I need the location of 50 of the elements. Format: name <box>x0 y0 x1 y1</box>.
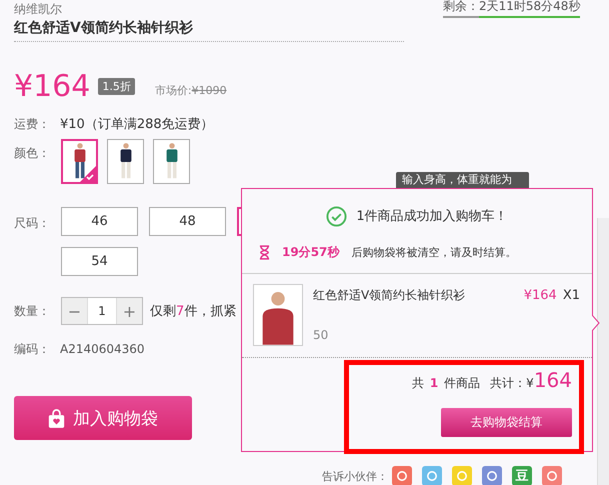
success-message: 1件商品成功加入购物车！ <box>356 208 508 225</box>
item-count-label: 共 <box>412 375 424 392</box>
share-label: 告诉小伙伴： <box>322 468 388 484</box>
product-title: 红色舒适V领简约长袖针织衫 <box>14 19 193 38</box>
hourglass-icon <box>259 244 270 260</box>
share-icon[interactable] <box>422 466 442 485</box>
check-circle-icon <box>326 206 348 226</box>
share-icon[interactable] <box>482 466 502 485</box>
decrease-button[interactable]: − <box>62 298 87 324</box>
add-to-bag-button[interactable]: 加入购物袋 <box>14 396 192 440</box>
market-price-label: 市场价: <box>154 84 192 96</box>
shipping-fee: ¥10（订单满288免运费） <box>60 116 214 133</box>
stock-note: 仅剩7件，抓紧 <box>150 303 236 320</box>
item-count-suffix: 件商品 <box>444 375 480 392</box>
color-option[interactable] <box>107 139 144 184</box>
brand-name: 纳维凯尔 <box>14 1 62 18</box>
checkout-button[interactable]: 去购物袋结算 <box>441 408 572 437</box>
check-icon <box>80 166 96 182</box>
countdown-timer: 2天11时58分48秒 <box>479 0 580 18</box>
countdown-label: 剩余： <box>443 0 479 18</box>
field-label: 颜色： <box>14 145 51 162</box>
item-count: 1 <box>430 376 438 390</box>
total-label: 共计：¥ <box>490 375 534 392</box>
increase-button[interactable]: + <box>117 298 142 324</box>
product-code: A2140604360 <box>60 342 145 356</box>
share-icon[interactable] <box>392 466 412 485</box>
item-quantity: X1 <box>562 288 580 303</box>
size-option[interactable]: 54 <box>61 247 138 276</box>
field-label: 数量： <box>14 302 51 320</box>
market-price: ¥1090 <box>192 84 227 96</box>
size-option[interactable]: 46 <box>61 207 138 236</box>
total-price: 164 <box>534 368 572 392</box>
share-button[interactable]: 豆 <box>512 466 532 485</box>
size-tooltip: 输入身高，体重就能为 <box>396 172 529 188</box>
share-icon[interactable] <box>542 466 562 485</box>
timer-note: 后购物袋将被清空，请及时结算。 <box>351 244 516 260</box>
bag-icon <box>48 408 65 428</box>
item-size: 50 <box>313 328 330 342</box>
field-label: 运费： <box>14 116 51 132</box>
field-label: 尺码： <box>14 215 51 232</box>
product-thumbnail <box>253 284 303 346</box>
timer-countdown: 19分57秒 <box>282 244 340 260</box>
item-price: ¥164 <box>524 288 557 303</box>
item-name: 红色舒适V领简约长袖针织衫 <box>313 287 466 304</box>
color-option[interactable] <box>61 139 98 184</box>
sale-price: ¥164 <box>14 68 90 104</box>
field-label: 编码： <box>14 340 51 358</box>
size-option[interactable]: 48 <box>149 207 226 236</box>
color-option[interactable] <box>153 139 190 184</box>
discount-badge: 1.5折 <box>98 78 135 94</box>
